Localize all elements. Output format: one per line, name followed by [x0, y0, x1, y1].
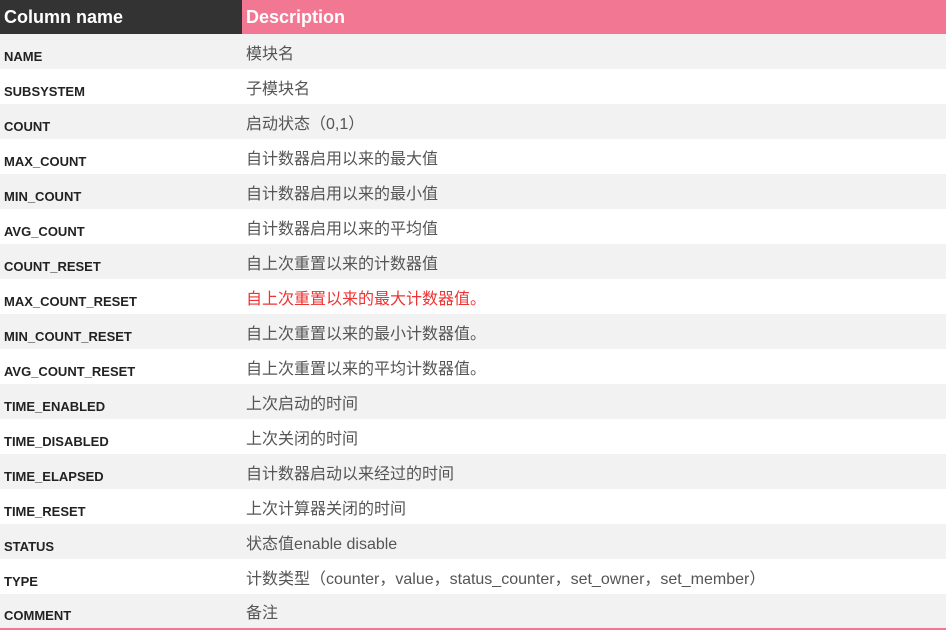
column-name-cell: TIME_ELAPSED [0, 454, 242, 489]
column-name-cell: COUNT [0, 104, 242, 139]
column-name-cell: TIME_RESET [0, 489, 242, 524]
table-row: COUNT_RESET自上次重置以来的计数器值 [0, 244, 946, 279]
column-name-cell: MAX_COUNT_RESET [0, 279, 242, 314]
description-cell: 自上次重置以来的平均计数器值。 [242, 349, 946, 384]
description-cell: 子模块名 [242, 69, 946, 104]
header-description: Description [242, 0, 946, 34]
column-name-cell: SUBSYSTEM [0, 69, 242, 104]
description-cell: 自计数器启动以来经过的时间 [242, 454, 946, 489]
definitions-table: Column name Description NAME模块名SUBSYSTEM… [0, 0, 946, 630]
column-name-cell: STATUS [0, 524, 242, 559]
description-cell: 上次计算器关闭的时间 [242, 489, 946, 524]
header-column-name: Column name [0, 0, 242, 34]
description-cell: 计数类型（counter，value，status_counter，set_ow… [242, 559, 946, 594]
header-row: Column name Description [0, 0, 946, 34]
description-cell: 自计数器启用以来的最小值 [242, 174, 946, 209]
column-name-cell: COMMENT [0, 594, 242, 629]
column-name-cell: AVG_COUNT_RESET [0, 349, 242, 384]
table-row: MIN_COUNT_RESET自上次重置以来的最小计数器值。 [0, 314, 946, 349]
table-row: COMMENT备注 [0, 594, 946, 629]
column-name-cell: MIN_COUNT_RESET [0, 314, 242, 349]
table-row: MIN_COUNT自计数器启用以来的最小值 [0, 174, 946, 209]
description-cell: 自计数器启用以来的平均值 [242, 209, 946, 244]
table-row: TIME_DISABLED上次关闭的时间 [0, 419, 946, 454]
table-row: STATUS状态值enable disable [0, 524, 946, 559]
description-cell: 备注 [242, 594, 946, 629]
column-name-cell: NAME [0, 34, 242, 69]
column-name-cell: TYPE [0, 559, 242, 594]
table-row: TIME_ELAPSED自计数器启动以来经过的时间 [0, 454, 946, 489]
description-cell: 上次关闭的时间 [242, 419, 946, 454]
table-row: COUNT启动状态（0,1） [0, 104, 946, 139]
description-cell: 启动状态（0,1） [242, 104, 946, 139]
table-body: NAME模块名SUBSYSTEM子模块名COUNT启动状态（0,1）MAX_CO… [0, 34, 946, 629]
table-row: NAME模块名 [0, 34, 946, 69]
column-name-cell: COUNT_RESET [0, 244, 242, 279]
column-name-cell: TIME_DISABLED [0, 419, 242, 454]
table-row: TYPE计数类型（counter，value，status_counter，se… [0, 559, 946, 594]
description-cell: 自上次重置以来的最小计数器值。 [242, 314, 946, 349]
description-cell: 模块名 [242, 34, 946, 69]
column-name-cell: MAX_COUNT [0, 139, 242, 174]
description-cell: 状态值enable disable [242, 524, 946, 559]
table-row: TIME_ENABLED上次启动的时间 [0, 384, 946, 419]
column-name-cell: MIN_COUNT [0, 174, 242, 209]
column-name-cell: AVG_COUNT [0, 209, 242, 244]
description-cell: 自上次重置以来的最大计数器值。 [242, 279, 946, 314]
description-cell: 自计数器启用以来的最大值 [242, 139, 946, 174]
table-row: MAX_COUNT_RESET自上次重置以来的最大计数器值。 [0, 279, 946, 314]
table-row: SUBSYSTEM子模块名 [0, 69, 946, 104]
description-cell: 自上次重置以来的计数器值 [242, 244, 946, 279]
table-row: MAX_COUNT自计数器启用以来的最大值 [0, 139, 946, 174]
description-cell: 上次启动的时间 [242, 384, 946, 419]
table-row: AVG_COUNT_RESET自上次重置以来的平均计数器值。 [0, 349, 946, 384]
column-name-cell: TIME_ENABLED [0, 384, 242, 419]
table-row: TIME_RESET上次计算器关闭的时间 [0, 489, 946, 524]
table-row: AVG_COUNT自计数器启用以来的平均值 [0, 209, 946, 244]
